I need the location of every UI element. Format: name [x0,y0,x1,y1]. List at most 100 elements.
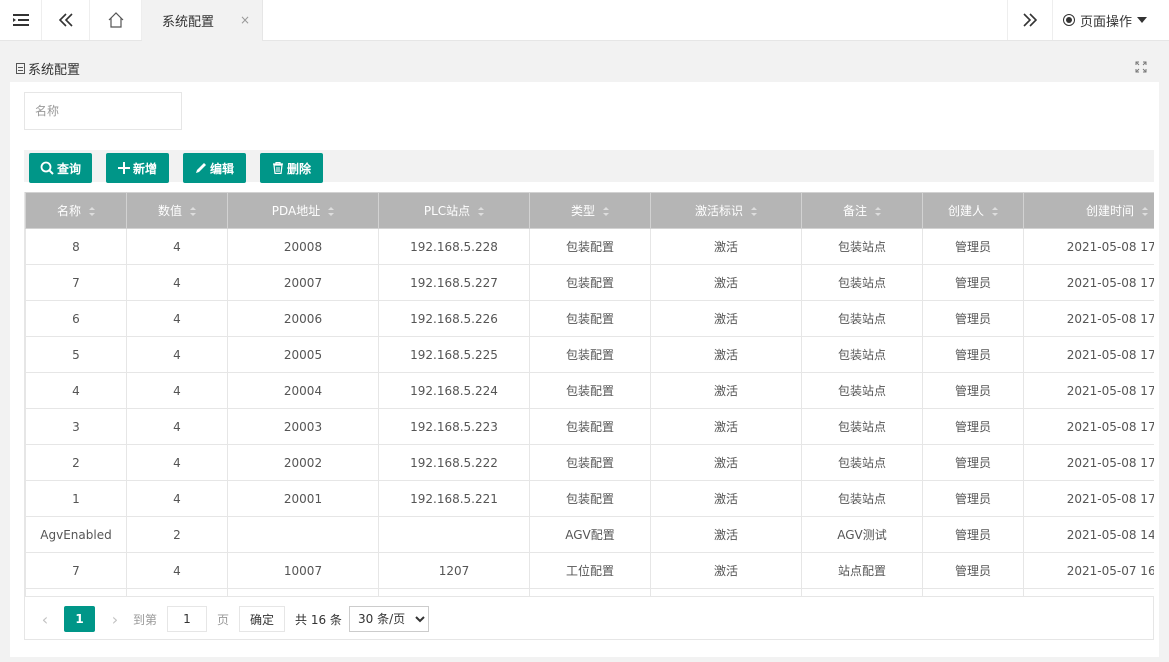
table-cell: 包装配置 [529,444,651,481]
table-cell: AGV配置 [529,516,651,553]
table-cell [378,588,530,596]
table-cell: 5 [25,336,127,373]
name-search-input[interactable] [24,92,182,130]
table-cell: 激活 [650,480,802,517]
column-header[interactable]: 创建人 [922,192,1024,229]
confirm-button[interactable]: 确定 [239,606,285,632]
prev-page-icon[interactable]: ‹ [35,606,55,632]
sort-icon[interactable] [875,207,881,216]
delete-button[interactable]: 删除 [260,153,323,183]
menu-toggle-icon[interactable] [0,0,42,40]
column-header[interactable]: PLC站点 [378,192,530,229]
sort-icon[interactable] [603,207,609,216]
table-cell: 管理员 [922,336,1024,373]
table-cell: 2021-05-07 16:5 [1023,552,1154,589]
table-cell: 站点配置 [801,552,923,589]
plus-icon [117,162,130,174]
sort-icon[interactable] [751,207,757,216]
edit-label: 编辑 [209,161,234,176]
table-cell [1023,588,1154,596]
table-cell: 20001 [227,480,379,517]
column-header[interactable]: 创建时间 [1023,192,1154,229]
table-row[interactable]: 2 4 20002 192.168.5.222 包装配置 激活 包装站点 管理员 2021-05… [25,444,1154,481]
table-cell: 包装站点 [801,480,923,517]
search-icon [40,161,54,175]
table-row[interactable]: 5 4 20005 192.168.5.225 包装配置 激活 包装站点 管理员 2021-05… [25,336,1154,373]
table-cell: 包装配置 [529,480,651,517]
sort-icon[interactable] [190,207,196,216]
table-row[interactable]: 4 4 20004 192.168.5.224 包装配置 激活 包装站点 管理员 2021-05… [25,372,1154,409]
table-row[interactable]: AgvEnabled2 AGV配置激活AGV测试管理员2021-05-08 14:… [25,516,1154,553]
tabs-scroll-right-icon[interactable] [1007,0,1053,40]
table-cell: 激活 [650,264,802,301]
column-header[interactable]: 名称 [25,192,127,229]
table-cell: 192.168.5.224 [378,372,530,409]
add-label: 新增 [132,161,157,176]
column-header[interactable]: PDA地址 [227,192,379,229]
table-cell: 激活 [650,228,802,265]
tab-close-icon[interactable]: × [240,13,250,27]
table-cell: 激活 [650,372,802,409]
table-cell: 20005 [227,336,379,373]
table-row[interactable]: 7 4 20007 192.168.5.227 包装配置 激活 包装站点 管理员 2021-05… [25,264,1154,301]
table-cell: 激活 [650,516,802,553]
page-size-select[interactable]: 30 条/页 [349,606,429,632]
table-cell: 管理员 [922,552,1024,589]
page-operations-menu[interactable]: 页面操作 [1053,0,1169,40]
table-cell [378,516,530,553]
sort-icon[interactable] [328,207,335,216]
next-page-icon[interactable]: › [105,606,125,632]
home-icon[interactable] [90,0,142,40]
sort-icon[interactable] [1142,207,1148,216]
table-row[interactable]: 8 4 20008 192.168.5.228 包装配置 激活 包装站点 管理员 2021-05… [25,228,1154,265]
table-cell: 包装站点 [801,336,923,373]
column-header[interactable]: 类型 [529,192,651,229]
table-cell: 4 [126,264,228,301]
table-row[interactable]: 1 4 20001 192.168.5.221 包装配置 激活 包装站点 管理员 2021-05… [25,480,1154,517]
query-button[interactable]: 查询 [29,153,92,183]
table-cell: 3 [25,408,127,445]
table-cell: 2021-05-08 17:0 [1023,336,1154,373]
table-cell: 4 [126,444,228,481]
table-cell: 管理员 [922,264,1024,301]
sort-icon[interactable] [478,207,485,216]
add-button[interactable]: 新增 [106,153,169,183]
table-header-row: 名称 数值 PDA地址 PLC站点 类型 激活标识 备注 创建人 创建时间 [25,192,1154,229]
caret-down-icon [1137,17,1148,23]
panel-header: 系统配置 [10,55,1159,82]
tab-system-config[interactable]: 系统配置 × [142,0,263,41]
table-row[interactable] [25,588,1154,596]
table-cell: 4 [126,480,228,517]
fullscreen-icon[interactable] [1135,61,1147,73]
tabs-scroll-left-icon[interactable] [42,0,90,40]
table-cell: 2021-05-08 17:0 [1023,264,1154,301]
sort-icon[interactable] [992,207,998,216]
table-cell: 包装站点 [801,300,923,337]
table-row[interactable]: 74100071207工位配置激活站点配置管理员2021-05-07 16:5 [25,552,1154,589]
table-cell: 管理员 [922,300,1024,337]
table-cell: 管理员 [922,408,1024,445]
table-cell: 激活 [650,552,802,589]
table-row[interactable]: 3 4 20003 192.168.5.223 包装配置 激活 包装站点 管理员 2021-05… [25,408,1154,445]
table-cell: AgvEnabled [25,516,127,553]
table-cell: 包装站点 [801,264,923,301]
table-cell: 192.168.5.222 [378,444,530,481]
edit-button[interactable]: 编辑 [183,153,246,183]
table-cell: 包装配置 [529,336,651,373]
column-header[interactable]: 数值 [126,192,228,229]
table-cell: 4 [126,300,228,337]
table-cell: 包装站点 [801,228,923,265]
table-cell: 4 [126,372,228,409]
table-cell: 包装站点 [801,444,923,481]
sort-icon[interactable] [89,207,95,216]
table-row[interactable]: 6 4 20006 192.168.5.226 包装配置 激活 包装站点 管理员 2021-05… [25,300,1154,337]
table-cell: 2021-05-08 17:0 [1023,444,1154,481]
column-header[interactable]: 激活标识 [650,192,802,229]
action-toolbar: 查询 新增 编辑 删除 [24,150,1154,183]
current-page-button[interactable]: 1 [64,606,95,632]
table-cell [650,588,802,596]
column-header[interactable]: 备注 [801,192,923,229]
table-cell: 4 [25,372,127,409]
table-cell: 包装站点 [801,372,923,409]
page-number-input[interactable] [167,606,207,632]
